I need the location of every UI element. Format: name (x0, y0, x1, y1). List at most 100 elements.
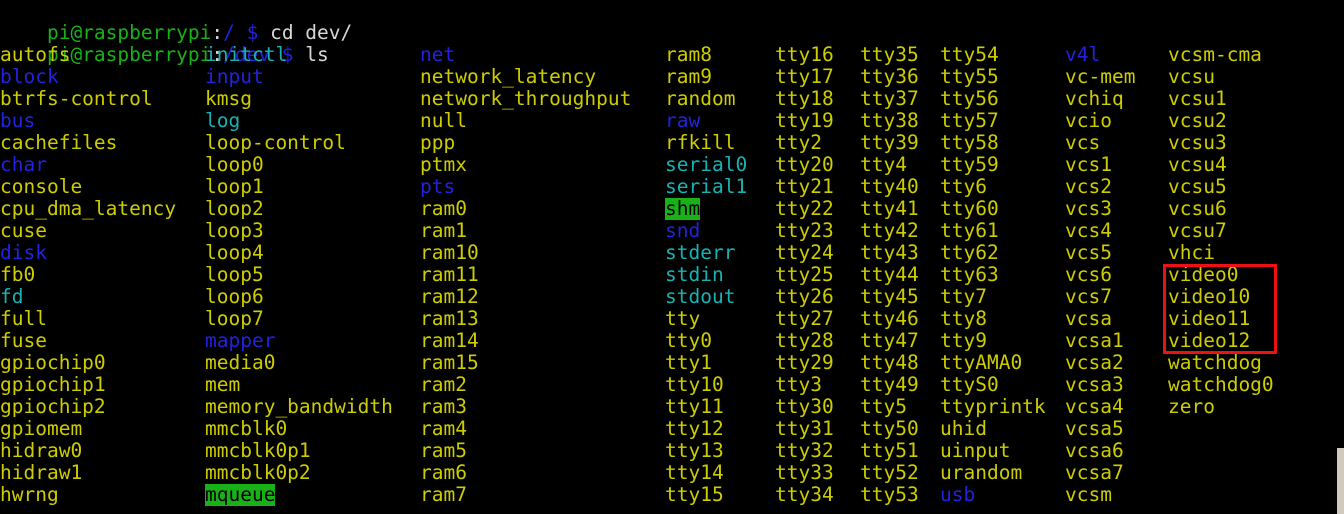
ls-entry-cuse: cuse (0, 219, 47, 242)
ls-entry-video0: video0 (1168, 263, 1239, 286)
ls-entry-loop-control: loop-control (205, 131, 346, 154)
ls-entry-uinput: uinput (940, 439, 1011, 462)
ls-entry-vcsu6: vcsu6 (1168, 197, 1227, 220)
ls-entry-tty13: tty13 (665, 439, 724, 462)
ls-entry-tty: tty (665, 307, 701, 330)
ls-column: autofs block btrfs-control bus cachefiles cha… (0, 44, 176, 506)
ls-entry-loop6: loop6 (205, 285, 264, 308)
ls-entry-video10: video10 (1168, 285, 1251, 308)
ls-entry-vcs7: vcs7 (1065, 285, 1112, 308)
scrollbar-edge-strip[interactable] (1337, 448, 1344, 514)
ls-entry-ram0: ram0 (420, 197, 467, 220)
ls-entry-vcs5: vcs5 (1065, 241, 1112, 264)
ls-entry-cpu_dma_latency: cpu_dma_latency (0, 197, 177, 220)
ls-entry-tty63: tty63 (940, 263, 999, 286)
ls-entry-ram5: ram5 (420, 439, 467, 462)
ls-entry-ttyprintk: ttyprintk (940, 395, 1046, 418)
ls-entry-vcsa: vcsa (1065, 307, 1112, 330)
ls-entry-net: net (420, 43, 456, 66)
ls-entry-tty5: tty5 (860, 395, 907, 418)
ls-entry-tty42: tty42 (860, 219, 919, 242)
ls-entry-ram9: ram9 (665, 65, 712, 88)
ls-entry-loop3: loop3 (205, 219, 264, 242)
ls-entry-tty23: tty23 (775, 219, 834, 242)
ls-entry-network_latency: network_latency (420, 65, 597, 88)
ls-entry-ram6: ram6 (420, 461, 467, 484)
ls-entry-vcsa2: vcsa2 (1065, 351, 1124, 374)
ls-entry-tty8: tty8 (940, 307, 987, 330)
ls-entry-ptmx: ptmx (420, 153, 467, 176)
ls-entry-ram15: ram15 (420, 351, 479, 374)
ls-entry-vcsu5: vcsu5 (1168, 175, 1227, 198)
ls-entry-log: log (205, 109, 241, 132)
ls-entry-vcsu2: vcsu2 (1168, 109, 1227, 132)
ls-entry-tty56: tty56 (940, 87, 999, 110)
ls-entry-tty14: tty14 (665, 461, 724, 484)
ls-entry-media0: media0 (205, 351, 276, 374)
ls-entry-memory_bandwidth: memory_bandwidth (205, 395, 393, 418)
ls-entry-tty46: tty46 (860, 307, 919, 330)
ls-entry-gpiochip1: gpiochip1 (0, 373, 106, 396)
ls-entry-tty51: tty51 (860, 439, 919, 462)
ls-entry-stderr: stderr (665, 241, 736, 264)
ls-entry-tty7: tty7 (940, 285, 987, 308)
ls-entry-vcs6: vcs6 (1065, 263, 1112, 286)
ls-column: tty16 tty17 tty18 tty19 tty2 tty20 tty21 tty22 t… (775, 44, 834, 506)
ls-entry-tty18: tty18 (775, 87, 834, 110)
ls-entry-hidraw1: hidraw1 (0, 461, 83, 484)
ls-entry-vcs1: vcs1 (1065, 153, 1112, 176)
ls-entry-tty48: tty48 (860, 351, 919, 374)
ls-entry-pts: pts (420, 175, 456, 198)
ls-entry-ram10: ram10 (420, 241, 479, 264)
ls-entry-ram11: ram11 (420, 263, 479, 286)
ls-entry-tty9: tty9 (940, 329, 987, 352)
ls-entry-watchdog: watchdog (1168, 351, 1262, 374)
ls-entry-tty25: tty25 (775, 263, 834, 286)
ls-entry-cachefiles: cachefiles (0, 131, 118, 154)
ls-entry-initctl: initctl (205, 43, 288, 66)
ls-entry-zero: zero (1168, 395, 1215, 418)
ls-entry-random: random (665, 87, 736, 110)
ls-entry-vc-mem: vc-mem (1065, 65, 1136, 88)
ls-entry-ram7: ram7 (420, 483, 467, 506)
ls-entry-mapper: mapper (205, 329, 276, 352)
ls-entry-vcsu7: vcsu7 (1168, 219, 1227, 242)
ls-entry-vcsa7: vcsa7 (1065, 461, 1124, 484)
ls-entry-vcsu: vcsu (1168, 65, 1215, 88)
ls-entry-ram12: ram12 (420, 285, 479, 308)
ls-entry-mem: mem (205, 373, 241, 396)
ls-entry-vcsa4: vcsa4 (1065, 395, 1124, 418)
ls-entry-ram1: ram1 (420, 219, 467, 242)
ls-entry-tty3: tty3 (775, 373, 822, 396)
ls-entry-vcsa3: vcsa3 (1065, 373, 1124, 396)
ls-entry-watchdog0: watchdog0 (1168, 373, 1274, 396)
ls-entry-tty16: tty16 (775, 43, 834, 66)
ls-entry-tty37: tty37 (860, 87, 919, 110)
ls-entry-tty12: tty12 (665, 417, 724, 440)
ls-entry-tty2: tty2 (775, 131, 822, 154)
ls-entry-tty4: tty4 (860, 153, 907, 176)
ls-entry-tty59: tty59 (940, 153, 999, 176)
ls-entry-raw: raw (665, 109, 701, 132)
ls-entry-tty55: tty55 (940, 65, 999, 88)
ls-entry-vcsu4: vcsu4 (1168, 153, 1227, 176)
ls-entry-tty21: tty21 (775, 175, 834, 198)
ls-entry-shm: shm (665, 197, 701, 220)
ls-entry-tty32: tty32 (775, 439, 834, 462)
ls-entry-tty54: tty54 (940, 43, 999, 66)
ls-column: net network_latency network_throughput null… (420, 44, 631, 506)
ls-entry-tty33: tty33 (775, 461, 834, 484)
ls-entry-bus: bus (0, 109, 36, 132)
ls-entry-ram4: ram4 (420, 417, 467, 440)
ls-entry-fb0: fb0 (0, 263, 36, 286)
ls-entry-serial1: serial1 (665, 175, 748, 198)
ls-entry-vcsm: vcsm (1065, 483, 1112, 506)
ls-entry-tty29: tty29 (775, 351, 834, 374)
ls-entry-stdout: stdout (665, 285, 736, 308)
ls-entry-ram3: ram3 (420, 395, 467, 418)
terminal-window[interactable]: pi@raspberrypi:/ $ cd dev/ pi@raspberryp… (0, 0, 1344, 514)
ls-column: vcsm-cma vcsu vcsu1 vcsu2 vcsu3 vcsu4 vcsu5 vcs… (1168, 44, 1274, 418)
ls-entry-ram8: ram8 (665, 43, 712, 66)
ls-entry-tty6: tty6 (940, 175, 987, 198)
ls-entry-loop4: loop4 (205, 241, 264, 264)
